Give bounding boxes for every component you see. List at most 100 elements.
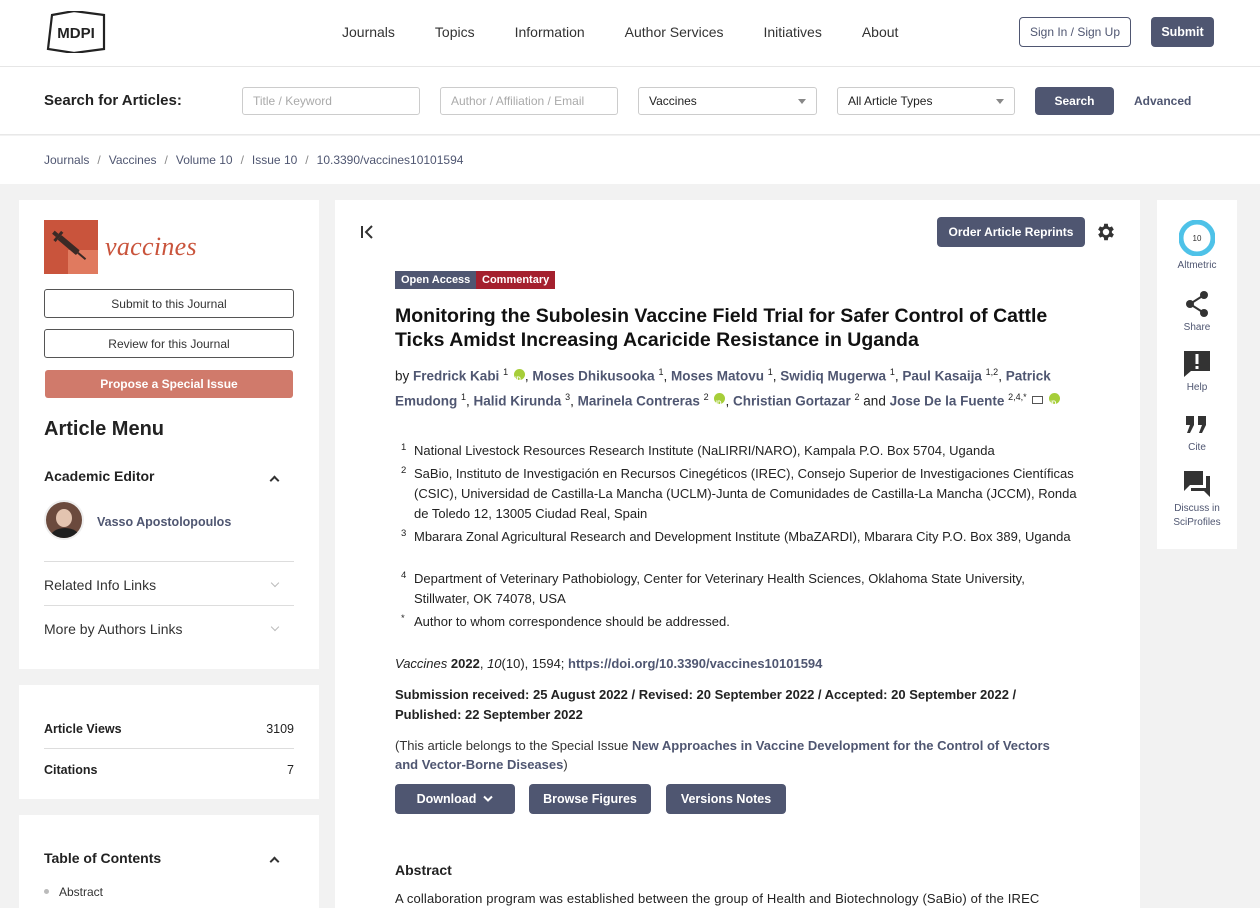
bullet-icon xyxy=(44,889,49,894)
author-link[interactable]: Fredrick Kabi xyxy=(413,369,499,384)
affiliation-text: SaBio, Instituto de Investigación en Rec… xyxy=(414,466,1077,521)
altmetric-button[interactable]: 10 Altmetric xyxy=(1158,220,1236,271)
article-views-label: Article Views xyxy=(44,722,122,736)
breadcrumb-volume[interactable]: Volume 10 xyxy=(176,153,233,167)
search-button[interactable]: Search xyxy=(1035,87,1114,115)
breadcrumb-separator: / xyxy=(164,153,168,167)
download-label: Download xyxy=(416,792,477,806)
breadcrumb-separator: / xyxy=(240,153,244,167)
and-label: and xyxy=(863,393,886,408)
avatar[interactable] xyxy=(44,500,84,540)
sign-in-button[interactable]: Sign In / Sign Up xyxy=(1019,17,1131,47)
affiliation-sup: 2 xyxy=(854,391,860,402)
versions-notes-button[interactable]: Versions Notes xyxy=(666,784,786,814)
quote-icon xyxy=(1186,416,1206,433)
affiliation-text: National Livestock Resources Research In… xyxy=(414,443,995,458)
author-link[interactable]: Marinela Contreras xyxy=(578,393,700,408)
submit-button[interactable]: Submit xyxy=(1151,17,1214,47)
search-label: Search for Articles: xyxy=(44,92,182,109)
journal-select-value: Vaccines xyxy=(649,94,697,108)
breadcrumb-separator: / xyxy=(305,153,309,167)
article-title: Monitoring the Subolesin Vaccine Field T… xyxy=(395,305,1048,351)
propose-special-issue-button[interactable]: Propose a Special Issue xyxy=(45,370,293,398)
main-nav: Journals Topics Information Author Servi… xyxy=(342,24,938,40)
affiliation-number: 2 xyxy=(401,465,407,476)
affiliation-number: 4 xyxy=(401,570,407,581)
related-info-links[interactable]: Related Info Links xyxy=(44,577,156,593)
share-button[interactable]: Share xyxy=(1158,290,1236,333)
chat-icon xyxy=(1184,471,1210,497)
article-views-value: 3109 xyxy=(266,722,294,736)
author-link[interactable]: Christian Gortazar xyxy=(733,393,851,408)
title-keyword-input[interactable] xyxy=(242,87,420,115)
author-affiliation-input[interactable] xyxy=(440,87,618,115)
abstract-heading: Abstract xyxy=(395,862,452,878)
altmetric-badge-icon: 10 xyxy=(1179,220,1215,256)
review-for-journal-button[interactable]: Review for this Journal xyxy=(44,329,294,358)
affiliation-sup: 1,2 xyxy=(985,367,999,377)
orcid-icon[interactable] xyxy=(1049,393,1061,414)
browse-figures-button[interactable]: Browse Figures xyxy=(529,784,651,814)
journal-name: vaccines xyxy=(105,232,197,261)
author-link[interactable]: Jose De la Fuente xyxy=(890,393,1005,408)
sidebar-stats-card xyxy=(19,685,319,799)
author-link[interactable]: Moses Dhikusooka xyxy=(532,369,654,384)
nav-author-services[interactable]: Author Services xyxy=(625,24,724,40)
nav-information[interactable]: Information xyxy=(515,24,585,40)
more-by-authors-links[interactable]: More by Authors Links xyxy=(44,621,183,637)
special-issue-suffix: ) xyxy=(563,757,568,772)
doi-link[interactable]: https://doi.org/10.3390/vaccines10101594 xyxy=(568,656,822,671)
nav-topics[interactable]: Topics xyxy=(435,24,475,40)
author-link[interactable]: Moses Matovu xyxy=(671,369,764,384)
search-bar: Search for Articles: Vaccines All Articl… xyxy=(0,67,1260,135)
affiliation-sup: 2,4,* xyxy=(1008,391,1027,402)
share-icon xyxy=(1186,291,1208,317)
citations-label: Citations xyxy=(44,763,98,777)
table-of-contents-heading[interactable]: Table of Contents xyxy=(44,850,161,866)
altmetric-score: 10 xyxy=(1193,234,1202,243)
logo-text: MDPI xyxy=(57,25,95,42)
nav-journals[interactable]: Journals xyxy=(342,24,395,40)
submit-to-journal-button[interactable]: Submit to this Journal xyxy=(44,289,294,318)
breadcrumb-journals[interactable]: Journals xyxy=(44,153,89,167)
download-button[interactable]: Download xyxy=(395,784,515,814)
author-link[interactable]: Swidiq Mugerwa xyxy=(780,369,886,384)
email-icon[interactable] xyxy=(1032,396,1044,404)
chevron-down-icon xyxy=(798,98,806,104)
orcid-icon[interactable] xyxy=(714,393,726,414)
affiliation-sup: 1 xyxy=(889,367,895,377)
article-type-select[interactable]: All Article Types xyxy=(837,87,1015,115)
collapse-sidebar-icon[interactable] xyxy=(360,224,376,240)
breadcrumb-vaccines[interactable]: Vaccines xyxy=(109,153,157,167)
order-reprints-button[interactable]: Order Article Reprints xyxy=(937,217,1085,247)
breadcrumb-issue[interactable]: Issue 10 xyxy=(252,153,297,167)
nav-initiatives[interactable]: Initiatives xyxy=(763,24,821,40)
orcid-icon[interactable] xyxy=(513,368,525,390)
author-link[interactable]: Halid Kirunda xyxy=(474,393,562,408)
author-link[interactable]: Paul Kasaija xyxy=(902,369,982,384)
help-button[interactable]: Help xyxy=(1158,350,1236,393)
toc-item-abstract[interactable]: Abstract xyxy=(59,885,103,899)
help-icon xyxy=(1184,351,1210,377)
citation-journal: Vaccines xyxy=(395,656,448,671)
cite-button[interactable]: Cite xyxy=(1158,412,1236,453)
academic-editor-heading[interactable]: Academic Editor xyxy=(44,468,154,484)
journal-select[interactable]: Vaccines xyxy=(638,87,817,115)
breadcrumb-doi[interactable]: 10.3390/vaccines10101594 xyxy=(317,153,464,167)
gear-icon[interactable] xyxy=(1095,221,1117,243)
editor-name-link[interactable]: Vasso Apostolopoulos xyxy=(97,515,231,529)
journal-logo[interactable]: vaccines xyxy=(44,220,204,274)
nav-about[interactable]: About xyxy=(862,24,899,40)
discuss-sciprofiles-button[interactable]: Discuss in SciProfiles xyxy=(1158,470,1236,530)
advanced-search-link[interactable]: Advanced xyxy=(1134,94,1191,108)
breadcrumb: Journals / Vaccines / Volume 10 / Issue … xyxy=(44,153,463,167)
mdpi-logo[interactable]: MDPI xyxy=(44,11,108,53)
article-type-badge: Commentary xyxy=(476,271,556,289)
affiliation-number: 3 xyxy=(401,528,407,539)
affiliation-sup: 3 xyxy=(565,391,571,402)
help-label: Help xyxy=(1186,382,1208,393)
by-label: by xyxy=(395,368,410,384)
affiliation-item: 3 Mbarara Zonal Agricultural Research an… xyxy=(401,527,1081,567)
affiliation-number: 1 xyxy=(401,442,407,453)
affiliation-sup: 1 xyxy=(461,391,467,402)
